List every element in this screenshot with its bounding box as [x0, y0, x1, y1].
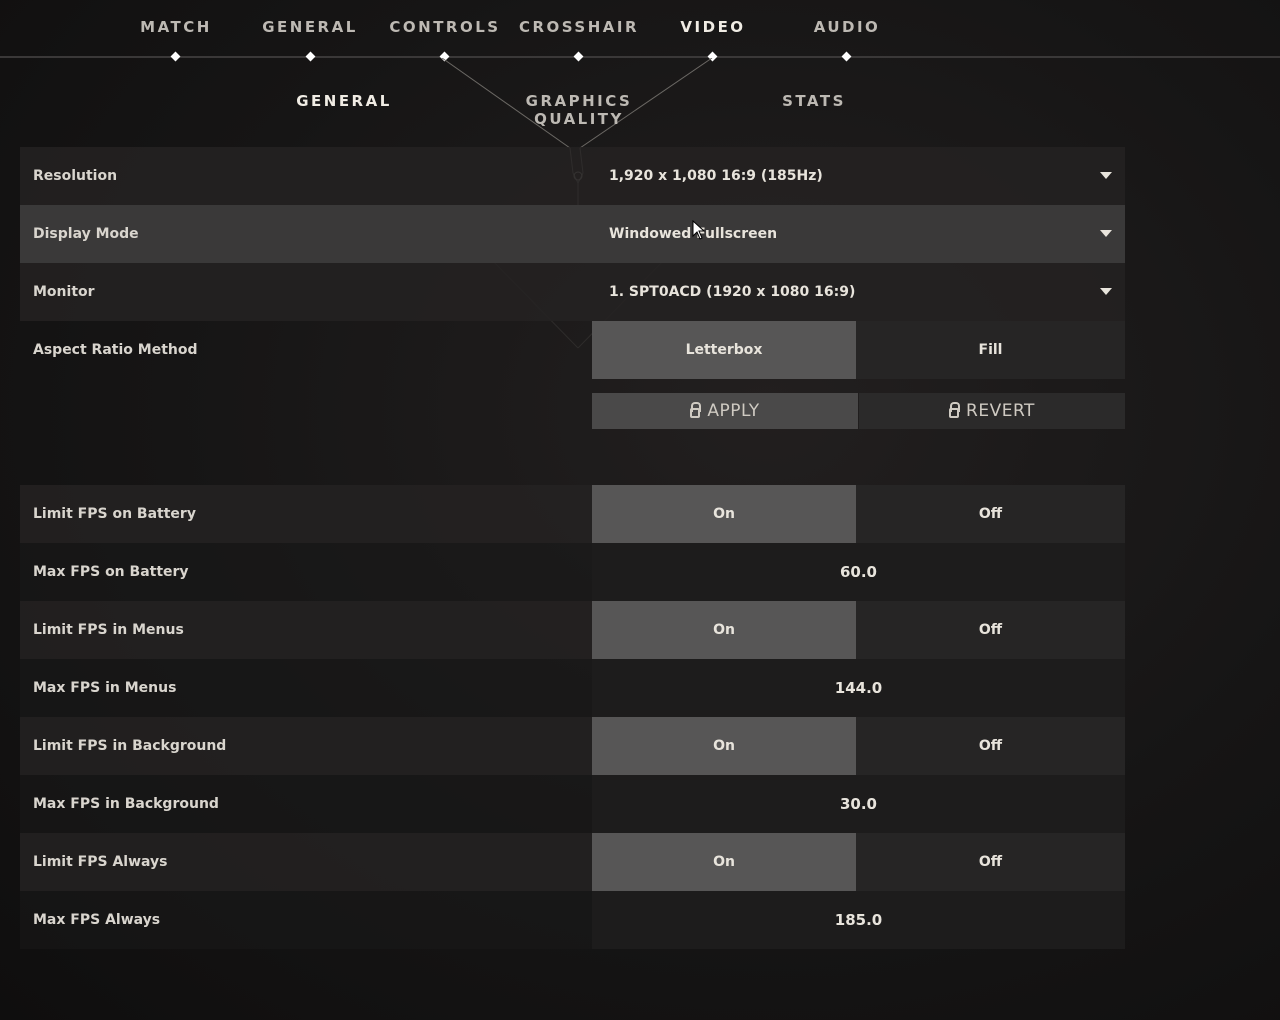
dropdown-value: 1,920 x 1,080 16:9 (185Hz) — [609, 168, 823, 184]
sub-nav-tab-stats[interactable]: STATS — [714, 92, 914, 110]
on-option[interactable]: On — [592, 717, 856, 775]
on-option[interactable]: On — [592, 485, 856, 543]
max-fps-menus-input[interactable]: 144.0 — [592, 659, 1125, 717]
setting-label: Display Mode — [33, 226, 139, 242]
nav-marker-dot — [573, 51, 584, 62]
max-fps-always-input[interactable]: 185.0 — [592, 891, 1125, 949]
limit-fps-menus-toggle: On Off — [592, 601, 1125, 659]
limit-fps-always-toggle: On Off — [592, 833, 1125, 891]
setting-label: Max FPS Always — [33, 912, 161, 928]
top-nav-tab-audio[interactable]: AUDIO — [780, 18, 914, 36]
settings-screen: MATCH GENERAL CONTROLS CROSSHAIR VIDEO A… — [0, 0, 1280, 1020]
top-nav-tab-crosshair[interactable]: CROSSHAIR — [512, 18, 646, 36]
on-option[interactable]: On — [592, 833, 856, 891]
apply-label: APPLY — [707, 401, 760, 421]
limit-fps-background-toggle: On Off — [592, 717, 1125, 775]
on-option[interactable]: On — [592, 601, 856, 659]
top-nav: MATCH GENERAL CONTROLS CROSSHAIR VIDEO A… — [0, 0, 1280, 62]
caret-down-icon — [1100, 288, 1112, 295]
top-nav-tab-general[interactable]: GENERAL — [243, 18, 377, 36]
monitor-dropdown[interactable]: 1. SPT0ACD (1920 x 1080 16:9) — [592, 263, 1125, 321]
mouse-pointer-icon — [692, 220, 706, 240]
nav-marker-dot — [439, 51, 450, 62]
nav-marker-dot — [170, 51, 181, 62]
setting-label: Limit FPS on Battery — [33, 506, 196, 522]
top-nav-tab-controls[interactable]: CONTROLS — [378, 18, 512, 36]
fill-option[interactable]: Fill — [856, 321, 1125, 379]
revert-button[interactable]: REVERT — [859, 393, 1125, 429]
setting-label: Limit FPS Always — [33, 854, 168, 870]
setting-label: Limit FPS in Menus — [33, 622, 184, 638]
max-fps-background-input[interactable]: 30.0 — [592, 775, 1125, 833]
top-nav-divider — [0, 56, 1280, 58]
setting-row-display-mode: Display Mode Windowed Fullscreen — [20, 205, 1125, 263]
nav-marker-dot — [707, 51, 718, 62]
off-option[interactable]: Off — [856, 485, 1125, 543]
setting-row-limit-fps-background: Limit FPS in Background On Off — [20, 717, 1125, 775]
sub-nav-tab-graphics-quality[interactable]: GRAPHICS QUALITY — [479, 92, 679, 128]
off-option[interactable]: Off — [856, 601, 1125, 659]
apply-revert-bar: APPLY REVERT — [592, 393, 1125, 429]
nav-marker-dot — [841, 51, 852, 62]
setting-label: Monitor — [33, 284, 95, 300]
sub-nav-tab-general[interactable]: GENERAL — [244, 92, 444, 110]
lock-icon — [690, 402, 702, 418]
top-nav-tab-video[interactable]: VIDEO — [646, 18, 780, 36]
off-option[interactable]: Off — [856, 717, 1125, 775]
setting-label: Max FPS in Background — [33, 796, 219, 812]
setting-row-aspect-ratio-method: Aspect Ratio Method Letterbox Fill — [20, 321, 1125, 379]
dropdown-value: 1. SPT0ACD (1920 x 1080 16:9) — [609, 284, 856, 300]
display-mode-dropdown[interactable]: Windowed Fullscreen — [592, 205, 1125, 263]
setting-row-resolution: Resolution 1,920 x 1,080 16:9 (185Hz) — [20, 147, 1125, 205]
caret-down-icon — [1100, 172, 1112, 179]
setting-label: Max FPS on Battery — [33, 564, 189, 580]
resolution-dropdown[interactable]: 1,920 x 1,080 16:9 (185Hz) — [592, 147, 1125, 205]
letterbox-option[interactable]: Letterbox — [592, 321, 856, 379]
nav-marker-dot — [305, 51, 316, 62]
setting-label: Resolution — [33, 168, 118, 184]
lock-icon — [949, 402, 961, 418]
setting-label: Max FPS in Menus — [33, 680, 177, 696]
setting-row-max-fps-menus: Max FPS in Menus 144.0 — [20, 659, 1125, 717]
limit-fps-battery-toggle: On Off — [592, 485, 1125, 543]
setting-row-max-fps-background: Max FPS in Background 30.0 — [20, 775, 1125, 833]
setting-label: Limit FPS in Background — [33, 738, 227, 754]
setting-row-limit-fps-battery: Limit FPS on Battery On Off — [20, 485, 1125, 543]
setting-row-max-fps-battery: Max FPS on Battery 60.0 — [20, 543, 1125, 601]
aspect-ratio-toggle: Letterbox Fill — [592, 321, 1125, 379]
off-option[interactable]: Off — [856, 833, 1125, 891]
setting-label: Aspect Ratio Method — [33, 342, 198, 358]
revert-label: REVERT — [966, 401, 1035, 421]
max-fps-battery-input[interactable]: 60.0 — [592, 543, 1125, 601]
top-nav-tab-match[interactable]: MATCH — [109, 18, 243, 36]
setting-row-limit-fps-always: Limit FPS Always On Off — [20, 833, 1125, 891]
setting-row-monitor: Monitor 1. SPT0ACD (1920 x 1080 16:9) — [20, 263, 1125, 321]
setting-row-limit-fps-menus: Limit FPS in Menus On Off — [20, 601, 1125, 659]
setting-row-max-fps-always: Max FPS Always 185.0 — [20, 891, 1125, 949]
apply-button[interactable]: APPLY — [592, 393, 858, 429]
caret-down-icon — [1100, 230, 1112, 237]
